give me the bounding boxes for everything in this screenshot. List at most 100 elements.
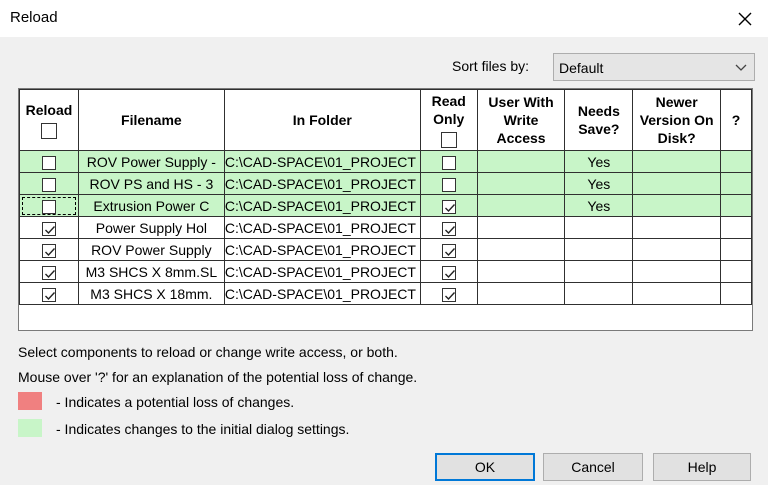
read-only-cell (419, 260, 478, 283)
read-only-checkbox[interactable] (441, 265, 456, 280)
files-grid[interactable]: Reload Filename In Folder Read Only User… (18, 88, 753, 331)
read-only-cell (419, 238, 478, 261)
col-newer-version: Newer Version On Disk? (632, 89, 722, 151)
check-icon (444, 203, 455, 212)
table-row[interactable]: M3 SHCS X 18mm. C:\CAD-SPACE\01_PROJECT (19, 282, 752, 305)
check-icon (444, 291, 455, 300)
write-access-cell[interactable] (476, 194, 566, 217)
needs-save-cell: Yes (564, 194, 634, 217)
col-filename[interactable]: Filename (77, 89, 225, 151)
read-only-all-checkbox[interactable] (440, 132, 457, 148)
reload-cell (19, 282, 79, 305)
header-row: Reload Filename In Folder Read Only User… (19, 89, 752, 151)
needs-save-cell (564, 260, 634, 283)
filename-cell: M3 SHCS X 18mm. (77, 282, 225, 305)
read-only-checkbox[interactable] (441, 199, 456, 214)
col-needs-save: Needs Save? (564, 89, 634, 151)
sort-value: Default (559, 60, 604, 76)
read-only-checkbox[interactable] (441, 221, 456, 236)
table-row[interactable]: ROV Power Supply C:\CAD-SPACE\01_PROJECT (19, 238, 752, 261)
close-button[interactable] (722, 0, 768, 37)
check-icon (444, 269, 455, 278)
check-icon (44, 247, 55, 256)
table-row[interactable]: ROV Power Supply - C:\CAD-SPACE\01_PROJEC… (19, 150, 752, 173)
help-cell[interactable] (720, 216, 752, 239)
needs-save-cell (564, 238, 634, 261)
check-icon (444, 225, 455, 234)
read-only-checkbox[interactable] (441, 155, 456, 170)
help-cell[interactable] (720, 238, 752, 261)
table-row[interactable]: Power Supply Hol C:\CAD-SPACE\01_PROJECT (19, 216, 752, 239)
read-only-checkbox[interactable] (441, 287, 456, 302)
newer-version-cell (632, 238, 722, 261)
col-reload-label: Reload (25, 102, 73, 118)
help-cell[interactable] (720, 150, 752, 173)
reload-cell (19, 194, 79, 217)
folder-cell: C:\CAD-SPACE\01_PROJECT (223, 238, 421, 261)
write-access-cell[interactable] (476, 282, 566, 305)
read-only-cell (419, 194, 478, 217)
changed-legend-swatch (18, 419, 42, 437)
files-table: Reload Filename In Folder Read Only User… (19, 89, 752, 305)
help-cell[interactable] (720, 282, 752, 305)
needs-save-cell: Yes (564, 172, 634, 195)
window-title: Reload (10, 9, 58, 26)
reload-all-checkbox[interactable] (40, 123, 57, 139)
help-button[interactable]: Help (653, 453, 751, 481)
write-access-cell[interactable] (476, 150, 566, 173)
reload-cell (19, 260, 79, 283)
help-cell[interactable] (720, 260, 752, 283)
folder-cell: C:\CAD-SPACE\01_PROJECT (223, 216, 421, 239)
check-icon (44, 225, 55, 234)
reload-checkbox[interactable] (41, 243, 56, 258)
folder-cell: C:\CAD-SPACE\01_PROJECT (223, 172, 421, 195)
ok-button[interactable]: OK (435, 453, 535, 481)
reload-checkbox[interactable] (41, 177, 56, 192)
table-row[interactable]: ROV PS and HS - 3 C:\CAD-SPACE\01_PROJECT… (19, 172, 752, 195)
write-access-cell[interactable] (476, 172, 566, 195)
write-access-cell[interactable] (476, 216, 566, 239)
table-row[interactable]: Extrusion Power C C:\CAD-SPACE\01_PROJECT… (19, 194, 752, 217)
reload-checkbox[interactable] (41, 221, 56, 236)
check-icon (44, 291, 55, 300)
read-only-checkbox[interactable] (441, 177, 456, 192)
reload-checkbox[interactable] (41, 265, 56, 280)
reload-checkbox[interactable] (41, 155, 56, 170)
help-cell[interactable] (720, 194, 752, 217)
reload-cell (19, 172, 79, 195)
loss-legend-text: - Indicates a potential loss of changes. (56, 394, 295, 410)
read-only-checkbox[interactable] (441, 243, 456, 258)
needs-save-cell (564, 282, 634, 305)
sort-label: Sort files by: (452, 58, 530, 74)
cancel-button[interactable]: Cancel (543, 453, 643, 481)
sort-dropdown[interactable]: Default (553, 53, 755, 81)
table-row[interactable]: M3 SHCS X 8mm.SL C:\CAD-SPACE\01_PROJECT (19, 260, 752, 283)
newer-version-cell (632, 260, 722, 283)
reload-cell (19, 238, 79, 261)
info-text-1: Select components to reload or change wr… (18, 344, 398, 360)
newer-version-cell (632, 282, 722, 305)
check-icon (44, 269, 55, 278)
loss-legend-swatch (18, 392, 42, 410)
folder-cell: C:\CAD-SPACE\01_PROJECT (223, 194, 421, 217)
reload-cell (19, 150, 79, 173)
filename-cell: Extrusion Power C (77, 194, 225, 217)
col-folder[interactable]: In Folder (223, 89, 421, 151)
col-help[interactable]: ? (720, 89, 752, 151)
title-bar: Reload (0, 0, 768, 37)
folder-cell: C:\CAD-SPACE\01_PROJECT (223, 150, 421, 173)
help-cell[interactable] (720, 172, 752, 195)
filename-cell: ROV Power Supply - (77, 150, 225, 173)
filename-cell: Power Supply Hol (77, 216, 225, 239)
write-access-cell[interactable] (476, 238, 566, 261)
reload-checkbox[interactable] (41, 199, 56, 214)
newer-version-cell (632, 216, 722, 239)
needs-save-cell: Yes (564, 150, 634, 173)
filename-cell: ROV Power Supply (77, 238, 225, 261)
col-read-only: Read Only (419, 89, 478, 151)
write-access-cell[interactable] (476, 260, 566, 283)
reload-checkbox[interactable] (41, 287, 56, 302)
chevron-down-icon (735, 64, 747, 71)
filename-cell: ROV PS and HS - 3 (77, 172, 225, 195)
newer-version-cell (632, 194, 722, 217)
